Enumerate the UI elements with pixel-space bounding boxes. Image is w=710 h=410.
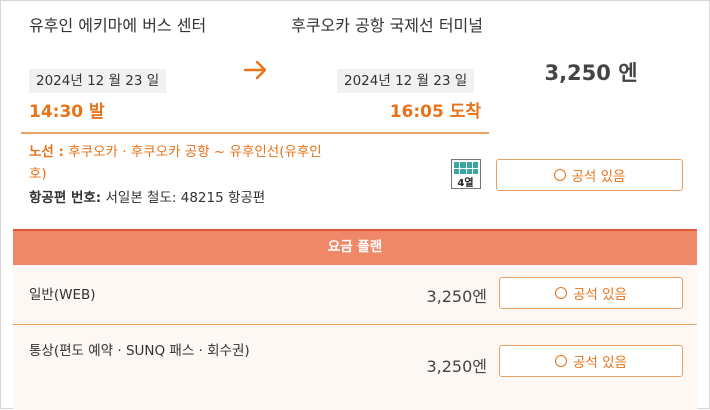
circle-icon (555, 355, 567, 367)
fare-plan-button-label: 공석 있음 (573, 355, 627, 371)
arrival-stop-name: 후쿠오카 공항 국제선 터미널 (291, 16, 483, 35)
departure-date: 2024년 12 월 23 일 (29, 69, 167, 93)
fare-plan-price: 3,250엔 (426, 357, 487, 376)
circle-icon (553, 169, 566, 181)
fare-plan-name: 통상(편도 예약 · SUNQ 패스 · 회수권) (29, 343, 250, 359)
fare-plan-name: 일반(WEB) (29, 287, 96, 303)
arrival-date: 2024년 12 월 23 일 (337, 69, 475, 93)
trip-price: 3,250 엔 (544, 61, 638, 85)
seat-layout-label: 4열 (457, 178, 474, 189)
trip-summary: 유후인 에키마에 버스 센터 2024년 12 월 23 일 14:30 발 후… (1, 1, 709, 214)
divider (21, 132, 489, 134)
seat-availability-button[interactable]: 공석 있음 (496, 159, 683, 191)
circle-icon (555, 287, 567, 299)
fare-plan-select-button[interactable]: 공석 있음 (499, 345, 683, 377)
arrow-right-icon (243, 60, 267, 80)
fare-plan-button-label: 공석 있음 (573, 287, 627, 303)
fare-plan-row: 통상(편도 예약 · SUNQ 패스 · 회수권) 3,250엔 공석 있음 (13, 324, 697, 410)
departure-stop-name: 유후인 에키마에 버스 센터 (29, 16, 207, 35)
fare-plans: 요금 플랜 일반(WEB) 3,250엔 공석 있음 통상(편도 예약 · SU… (13, 229, 697, 410)
fare-plan-price: 3,250엔 (426, 287, 487, 306)
seat-availability-label: 공석 있음 (571, 169, 626, 185)
departure-time: 14:30 발 (29, 102, 105, 122)
arrival-time: 16:05 도착 (389, 102, 481, 122)
route-info: 노선 : 후쿠오카 · 후쿠오카 공항 ~ 유후인선(유후인호) (29, 141, 329, 185)
flight-label: 항공편 번호: (29, 190, 102, 206)
fare-plan-row: 일반(WEB) 3,250엔 공석 있음 (13, 265, 697, 323)
trip-result-card: 유후인 에키마에 버스 센터 2024년 12 월 23 일 14:30 발 후… (0, 0, 710, 410)
route-value: 후쿠오카 · 후쿠오카 공항 ~ 유후인선(유후인호) (29, 144, 322, 182)
route-label: 노선 : (29, 144, 64, 160)
flight-info: 항공편 번호: 서일본 철도: 48215 항공편 (29, 187, 265, 209)
fare-plans-header: 요금 플랜 (13, 229, 697, 265)
flight-value: 서일본 철도: 48215 항공편 (105, 190, 266, 206)
fare-plan-select-button[interactable]: 공석 있음 (499, 277, 683, 309)
seat-layout-icon: 4열 (451, 159, 481, 189)
